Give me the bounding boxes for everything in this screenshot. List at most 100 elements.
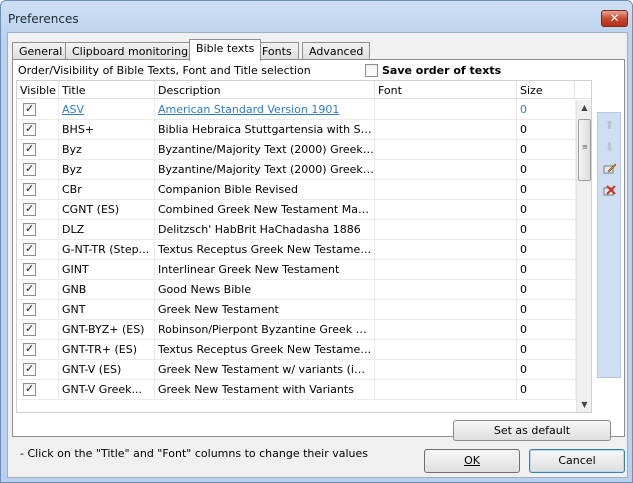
cell-description: Biblia Hebraica Stuttgartensia with Str.… bbox=[155, 120, 375, 140]
cell-title[interactable]: GNT-V (ES) bbox=[59, 360, 155, 380]
save-order-box[interactable] bbox=[365, 63, 378, 77]
cell-font[interactable] bbox=[375, 320, 517, 340]
arrow-down-icon[interactable]: ⬇ bbox=[601, 139, 618, 156]
visible-checkbox[interactable] bbox=[23, 342, 36, 356]
set-as-default-button[interactable]: Set as default bbox=[453, 420, 611, 441]
cell-font[interactable] bbox=[375, 100, 517, 120]
cell-description: Combined Greek New Testament Man... bbox=[155, 200, 375, 220]
table-row[interactable]: GNT-V (ES)Greek New Testament w/ variant… bbox=[17, 360, 591, 380]
cell-font[interactable] bbox=[375, 300, 517, 320]
cell-title[interactable]: BHS+ bbox=[59, 120, 155, 140]
cell-size: 0 bbox=[517, 140, 576, 160]
cell-font[interactable] bbox=[375, 340, 517, 360]
cell-title[interactable]: GNT bbox=[59, 300, 155, 320]
edit-icon[interactable] bbox=[601, 161, 618, 178]
cell-font[interactable] bbox=[375, 280, 517, 300]
visible-checkbox[interactable] bbox=[23, 362, 36, 376]
ok-button[interactable]: OK bbox=[424, 449, 520, 473]
cell-title[interactable]: GNT-V Greek... bbox=[59, 380, 155, 400]
cell-font[interactable] bbox=[375, 200, 517, 220]
arrow-up-icon[interactable]: ⬆ bbox=[601, 117, 618, 134]
cell-font[interactable] bbox=[375, 380, 517, 400]
column-header-description[interactable]: Description bbox=[155, 81, 375, 99]
table-row[interactable]: CBrCompanion Bible Revised 0 bbox=[17, 180, 591, 200]
cell-size: 0 bbox=[517, 200, 576, 220]
cell-title[interactable]: CBr bbox=[59, 180, 155, 200]
cell-title[interactable]: Byz bbox=[59, 140, 155, 160]
cell-visible bbox=[17, 180, 59, 200]
visible-checkbox[interactable] bbox=[23, 102, 36, 116]
column-header-size[interactable]: Size bbox=[517, 81, 575, 99]
cell-description: Delitzsch' HabBrit HaChadasha 1886 bbox=[155, 220, 375, 240]
table-row[interactable]: GNT-V Greek...Greek New Testament with V… bbox=[17, 380, 591, 400]
cell-visible bbox=[17, 300, 59, 320]
cell-font[interactable] bbox=[375, 240, 517, 260]
table-row[interactable]: GNT-TR+ (ES)Textus Receptus Greek New Te… bbox=[17, 340, 591, 360]
cell-size: 0 bbox=[517, 240, 576, 260]
cell-visible bbox=[17, 200, 59, 220]
cell-size: 0 bbox=[517, 120, 576, 140]
cell-font[interactable] bbox=[375, 140, 517, 160]
table-row[interactable]: GNTGreek New Testament 0 bbox=[17, 300, 591, 320]
visible-checkbox[interactable] bbox=[23, 202, 36, 216]
table-row[interactable]: ByzByzantine/Majority Text (2000) Greek … bbox=[17, 140, 591, 160]
cell-title[interactable]: Byz bbox=[59, 160, 155, 180]
column-header-title[interactable]: Title bbox=[59, 81, 155, 99]
table-row[interactable]: DLZDelitzsch' HabBrit HaChadasha 1886 0 bbox=[17, 220, 591, 240]
table-row[interactable]: ASVAmerican Standard Version 1901 0 bbox=[17, 100, 591, 120]
cell-description: Byzantine/Majority Text (2000) Greek N..… bbox=[155, 160, 375, 180]
cell-visible bbox=[17, 320, 59, 340]
cell-title[interactable]: GNB bbox=[59, 280, 155, 300]
scroll-up-arrow-icon[interactable]: ▲ bbox=[577, 100, 591, 115]
cell-title[interactable]: GNT-BYZ+ (ES) bbox=[59, 320, 155, 340]
close-button[interactable]: ✕ bbox=[601, 10, 628, 27]
cell-font[interactable] bbox=[375, 220, 517, 240]
tab-bible-texts[interactable]: Bible texts bbox=[189, 39, 262, 61]
visible-checkbox[interactable] bbox=[23, 242, 36, 256]
cell-visible bbox=[17, 280, 59, 300]
save-order-checkbox[interactable]: Save order of texts bbox=[365, 63, 501, 78]
visible-checkbox[interactable] bbox=[23, 122, 36, 136]
visible-checkbox[interactable] bbox=[23, 182, 36, 196]
visible-checkbox[interactable] bbox=[23, 262, 36, 276]
visible-checkbox[interactable] bbox=[23, 282, 36, 296]
cell-description: Greek New Testament bbox=[155, 300, 375, 320]
cell-font[interactable] bbox=[375, 160, 517, 180]
reset-icon[interactable] bbox=[601, 183, 618, 200]
column-header-visible[interactable]: Visible bbox=[17, 81, 59, 99]
cell-title[interactable]: DLZ bbox=[59, 220, 155, 240]
table-row[interactable]: ByzByzantine/Majority Text (2000) Greek … bbox=[17, 160, 591, 180]
visible-checkbox[interactable] bbox=[23, 142, 36, 156]
visible-checkbox[interactable] bbox=[23, 302, 36, 316]
visible-checkbox[interactable] bbox=[23, 322, 36, 336]
cancel-button[interactable]: Cancel bbox=[529, 449, 625, 473]
cell-title[interactable]: CGNT (ES) bbox=[59, 200, 155, 220]
cell-title[interactable]: GINT bbox=[59, 260, 155, 280]
cell-size: 0 bbox=[517, 100, 576, 120]
cell-title[interactable]: GNT-TR+ (ES) bbox=[59, 340, 155, 360]
table-row[interactable]: GINTInterlinear Greek New Testament 0 bbox=[17, 260, 591, 280]
cell-description: American Standard Version 1901 bbox=[155, 100, 375, 120]
visible-checkbox[interactable] bbox=[23, 162, 36, 176]
cell-title[interactable]: G-NT-TR (Step... bbox=[59, 240, 155, 260]
scroll-thumb[interactable]: ≡ bbox=[578, 119, 591, 181]
grid-scrollbar[interactable]: ▲ ≡ ▼ bbox=[576, 100, 591, 412]
table-row[interactable]: GNT-BYZ+ (ES)Robinson/Pierpont Byzantine… bbox=[17, 320, 591, 340]
table-row[interactable]: GNBGood News Bible 0 bbox=[17, 280, 591, 300]
scroll-down-arrow-icon[interactable]: ▼ bbox=[577, 397, 591, 412]
cell-font[interactable] bbox=[375, 260, 517, 280]
table-row[interactable]: G-NT-TR (Step...Textus Receptus Greek Ne… bbox=[17, 240, 591, 260]
visible-checkbox[interactable] bbox=[23, 382, 36, 396]
cell-visible bbox=[17, 220, 59, 240]
column-header-font[interactable]: Font bbox=[375, 81, 517, 99]
cell-font[interactable] bbox=[375, 360, 517, 380]
table-row[interactable]: CGNT (ES)Combined Greek New Testament Ma… bbox=[17, 200, 591, 220]
cell-visible bbox=[17, 160, 59, 180]
cell-size: 0 bbox=[517, 300, 576, 320]
cell-title[interactable]: ASV bbox=[59, 100, 155, 120]
table-row[interactable]: BHS+Biblia Hebraica Stuttgartensia with … bbox=[17, 120, 591, 140]
cell-font[interactable] bbox=[375, 180, 517, 200]
visible-checkbox[interactable] bbox=[23, 222, 36, 236]
cell-font[interactable] bbox=[375, 120, 517, 140]
grip-icon: ≡ bbox=[582, 143, 588, 151]
